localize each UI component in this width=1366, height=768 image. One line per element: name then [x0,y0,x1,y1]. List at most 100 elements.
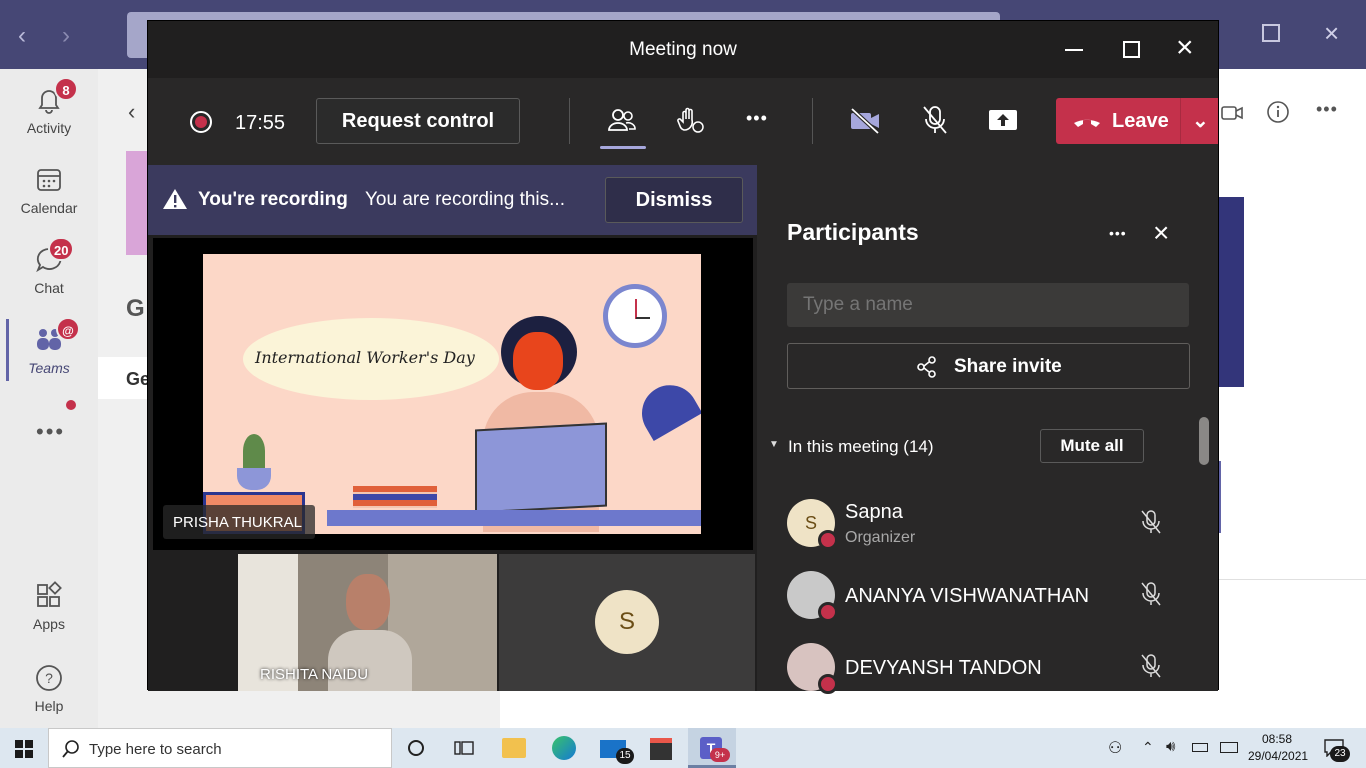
video-call-icon[interactable] [1220,101,1244,125]
info-icon[interactable] [1266,100,1290,124]
camera-off-icon[interactable] [848,106,882,136]
rail-apps[interactable]: Apps [0,581,98,632]
meeting-window: Meeting now × 17:55 Request control ••• … [147,20,1219,694]
restore-window-icon[interactable] [1262,24,1280,42]
participant-name: ANANYA VISHWANATHAN [845,585,1090,607]
toolbar-divider [569,98,570,144]
participant-video-name: RISHITA NAIDU [260,666,369,683]
request-control-button[interactable]: Request control [316,98,520,144]
recording-icon [190,111,212,133]
people-icon[interactable]: ⚇ [1108,738,1122,758]
mute-all-button[interactable]: Mute all [1040,429,1144,463]
tray-chevron-icon[interactable]: ⌃ [1142,739,1154,756]
person-head [346,574,390,630]
leave-button[interactable]: Leave ⌄ [1056,98,1218,144]
meeting-toolbar: 17:55 Request control ••• Leave ⌄ [148,78,1218,165]
video-tile-rishita[interactable]: RISHITA NAIDU [238,554,497,691]
divider [1219,579,1366,580]
participant-row[interactable]: ANANYA VISHWANATHAN [787,565,1187,625]
participant-avatar [787,643,838,694]
rail-label: Activity [26,120,72,136]
post-card-blue [1219,197,1244,387]
mic-off-icon [1141,654,1161,678]
video-tile-s[interactable]: S [499,554,755,691]
close-window-icon[interactable]: × [1324,18,1339,49]
rail-help[interactable]: ? Help [0,663,98,714]
recording-status-dot [818,602,838,622]
mic-off-icon[interactable] [920,104,950,136]
maximize-icon[interactable] [1123,41,1140,58]
rail-label: Apps [33,616,65,632]
rail-teams[interactable]: Teams @ [0,317,98,381]
active-tab-underline [600,146,646,149]
file-explorer-icon[interactable] [502,738,526,758]
meeting-title: Meeting now [629,39,737,60]
teams-taskbar-badge: 9+ [710,748,730,762]
volume-icon[interactable]: 🔊︎ [1166,738,1175,755]
back-arrow-icon[interactable]: ‹ [18,22,26,50]
forward-arrow-icon[interactable]: › [62,22,70,50]
teams-app-rail: Activity 8 Calendar Chat 20 Teams @ ••• … [0,69,98,729]
panel-close-icon[interactable]: × [1153,217,1169,249]
minimize-icon[interactable] [1065,49,1083,51]
meeting-title-bar: Meeting now × [148,21,1218,78]
chevron-down-icon[interactable]: ⌄ [1192,108,1209,133]
keyboard-icon[interactable] [1220,742,1238,753]
slide-title: International Worker's Day [255,348,475,367]
edge-icon[interactable] [552,736,576,760]
panel-scrollbar[interactable] [1199,417,1209,465]
share-invite-button[interactable]: Share invite [787,343,1190,389]
apps-icon [37,581,62,607]
rail-label: Teams [28,360,70,376]
shared-slide: International Worker's Day [203,254,701,534]
participant-search-input[interactable] [787,283,1189,327]
presenter-name: PRISHA THUKRAL [173,514,302,531]
woman-face [513,332,563,390]
post-card-border [1219,461,1221,533]
participant-row[interactable]: S Sapna Organizer [787,493,1187,553]
mic-off-icon [1141,582,1161,606]
share-screen-icon[interactable] [986,106,1020,134]
section-label[interactable]: In this meeting (14) [788,437,934,457]
desk-illustration [327,510,701,526]
raise-hand-icon[interactable] [674,104,706,136]
help-icon: ? [36,665,62,691]
clock-date[interactable]: 29/04/2021 [1248,749,1308,763]
video-stage: International Worker's Day PRISHA THUKRA… [148,235,757,691]
shared-screen-tile[interactable]: International Worker's Day PRISHA THUKRA… [153,238,753,550]
mail-badge: 15 [616,748,634,764]
rail-chat[interactable]: Chat 20 [0,237,98,296]
more-options-icon[interactable]: ••• [1316,99,1338,120]
recording-title: You're recording [198,189,348,210]
panel-more-icon[interactable]: ••• [1109,225,1127,241]
more-actions-icon[interactable]: ••• [746,108,768,129]
clock-time[interactable]: 08:58 [1262,732,1292,746]
windows-start-icon[interactable] [15,740,33,758]
task-view-icon[interactable] [454,739,474,757]
svg-text:?: ? [45,670,53,686]
participant-row[interactable]: DEVYANSH TANDON [787,637,1187,697]
cortana-icon[interactable] [408,740,424,756]
rail-activity[interactable]: Activity 8 [0,77,98,136]
collapse-caret-icon[interactable]: ▼ [769,439,779,450]
more-apps-icon[interactable]: ••• [36,419,65,445]
rail-calendar[interactable]: Calendar [0,165,98,216]
search-placeholder: Type here to search [89,741,222,758]
battery-icon[interactable] [1192,743,1208,752]
mic-off-icon [1141,510,1161,534]
dismiss-button[interactable]: Dismiss [605,177,743,223]
teams-taskbar-item[interactable]: T 9+ [688,728,736,768]
participants-panel: Participants ••• × Share invite ▼ In thi… [757,165,1218,694]
store-icon[interactable] [650,738,672,760]
close-icon[interactable]: × [1176,31,1194,65]
participants-icon[interactable] [606,106,638,136]
tile-avatar: S [595,590,659,654]
lamp-illustration [631,374,701,442]
back-chevron-icon[interactable]: ‹ [128,99,135,125]
unread-dot [66,400,76,410]
calendar-icon [37,169,61,191]
clock-illustration [603,284,667,348]
book-illustration [475,422,607,514]
taskbar-search[interactable]: Type here to search [48,728,392,768]
rail-label: Calendar [20,200,78,216]
